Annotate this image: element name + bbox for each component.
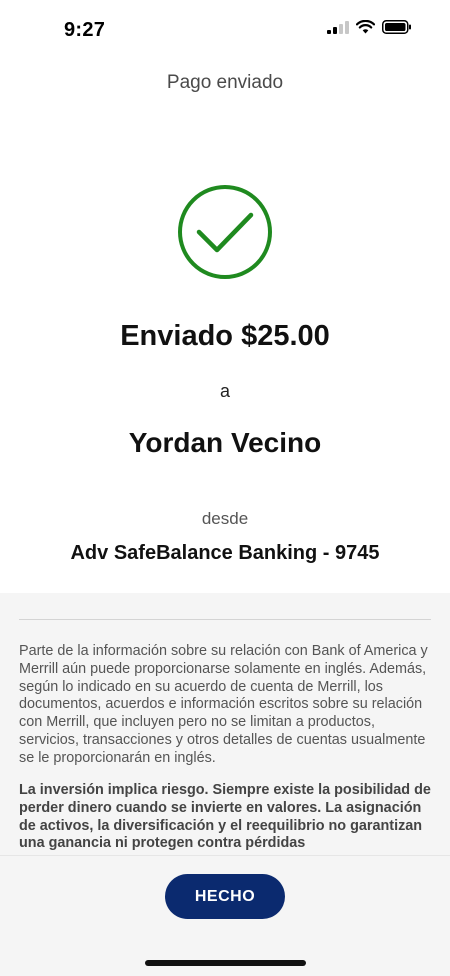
disclosure-section[interactable]: Parte de la información sobre su relació…	[0, 593, 450, 855]
cellular-signal-icon	[327, 20, 349, 39]
recipient-name: Yordan Vecino	[128, 427, 322, 458]
investment-risk-text: La inversión implica riesgo. Siempre exi…	[19, 782, 431, 852]
sent-amount: Enviado $25.00	[120, 320, 330, 352]
done-button[interactable]: HECHO	[165, 874, 285, 919]
language-disclosure-text: Parte de la información sobre su relació…	[19, 643, 428, 766]
page-title: Pago enviado	[166, 72, 284, 93]
from-label: desde	[201, 509, 249, 528]
status-icons	[327, 19, 412, 39]
status-bar: 9:27	[0, 0, 450, 56]
home-indicator[interactable]	[145, 960, 306, 966]
wifi-icon	[355, 19, 376, 39]
status-time: 9:27	[64, 19, 106, 41]
to-label: a	[219, 381, 230, 401]
check-circle-icon	[177, 184, 273, 280]
account-name: Adv SafeBalance Banking - 9745	[70, 542, 380, 564]
divider	[19, 619, 431, 620]
battery-icon	[382, 20, 412, 39]
footer: HECHO	[0, 855, 450, 976]
